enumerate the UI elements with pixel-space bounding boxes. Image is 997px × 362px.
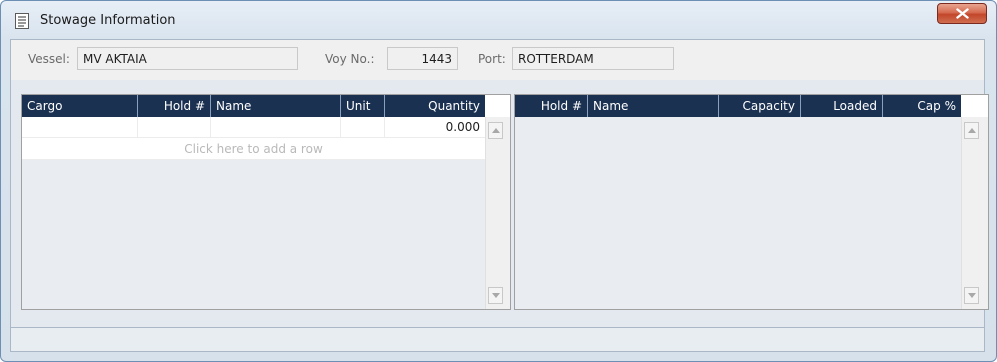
vessel-field[interactable]: MV AKTAIA [77,47,298,70]
cell-hold[interactable] [138,117,211,138]
column-header-quantity[interactable]: Quantity [385,95,485,117]
window-title: Stowage Information [40,13,176,28]
stowage-list-icon [15,13,29,29]
add-row-link[interactable]: Click here to add a row [22,138,485,160]
cell-quantity[interactable]: 0.000 [385,117,485,138]
column-header-name[interactable]: Name [588,95,719,117]
voy-no-label: Voy No.: [325,52,375,66]
close-icon [956,8,969,19]
client-area: Vessel: MV AKTAIA Voy No.: 1443 Port: RO… [10,39,989,350]
vessel-label: Vessel: [28,52,70,66]
scroll-up-button[interactable] [488,122,503,139]
scroll-down-button[interactable] [488,287,503,304]
cell-unit[interactable] [341,117,385,138]
close-button[interactable] [937,3,987,24]
column-header-capacity[interactable]: Capacity [719,95,801,117]
scroll-down-button[interactable] [964,287,979,304]
port-label: Port: [478,52,506,66]
chevron-down-icon [968,293,976,298]
title-bar[interactable]: Stowage Information [1,1,996,39]
status-bar [10,327,985,352]
stowage-information-window: Stowage Information Vessel: MV AKTAIA Vo… [0,0,997,362]
cargo-grid: Cargo Hold # Name Unit Quantity 0.000 Cl… [21,94,511,310]
column-header-name[interactable]: Name [211,95,341,117]
column-header-cargo[interactable]: Cargo [22,95,138,117]
column-header-hold[interactable]: Hold # [138,95,211,117]
hold-grid-body [515,117,961,309]
voy-no-field[interactable]: 1443 [387,47,458,70]
column-header-loaded[interactable]: Loaded [801,95,883,117]
hold-grid: Hold # Name Capacity Loaded Cap % [514,94,989,310]
scroll-up-button[interactable] [964,122,979,139]
port-field[interactable]: ROTTERDAM [512,47,674,70]
column-header-hold[interactable]: Hold # [515,95,588,117]
cell-cargo[interactable] [22,117,138,138]
chevron-down-icon [492,293,500,298]
hold-grid-header: Hold # Name Capacity Loaded Cap % [515,95,961,117]
column-header-unit[interactable]: Unit [341,95,385,117]
chevron-up-icon [492,128,500,133]
chevron-up-icon [968,128,976,133]
voyage-info-bar: Vessel: MV AKTAIA Voy No.: 1443 Port: RO… [11,40,984,80]
table-row[interactable]: 0.000 [22,117,485,138]
cargo-grid-header: Cargo Hold # Name Unit Quantity [22,95,485,117]
hold-vertical-scrollbar[interactable] [961,117,988,309]
cell-name[interactable] [211,117,341,138]
column-header-cap-percent[interactable]: Cap % [883,95,961,117]
cargo-vertical-scrollbar[interactable] [485,117,510,309]
